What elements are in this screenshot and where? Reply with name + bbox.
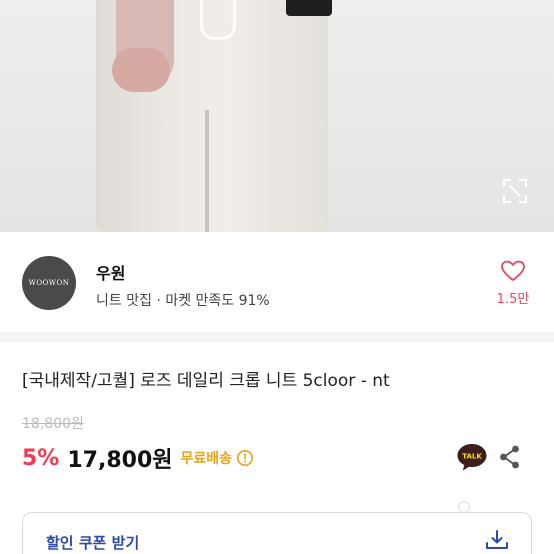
coupon-label[interactable]: 할인 쿠폰 받기 xyxy=(46,532,139,553)
kakao-talk-icon[interactable]: TALK xyxy=(456,442,488,472)
seller-avatar[interactable]: WOOWON xyxy=(22,256,76,310)
expand-icon[interactable] xyxy=(500,176,530,206)
photo-pants-seam xyxy=(205,110,209,232)
coupon-notch xyxy=(458,501,470,513)
heart-icon[interactable] xyxy=(500,258,526,284)
free-shipping-label: 무료배송 xyxy=(180,451,233,467)
photo-bag xyxy=(286,0,332,16)
photo-hand xyxy=(112,48,170,92)
seller-subtitle: 니트 맛집 · 마켓 만족도 91% xyxy=(96,293,270,309)
price-row: 5% 17,800원 무료배송 xyxy=(22,444,254,473)
seller-name[interactable]: 우원 xyxy=(96,260,125,284)
section-divider xyxy=(0,332,554,342)
seller-row[interactable]: WOOWON 우원 니트 맛집 · 마켓 만족도 91% 1.5만 xyxy=(0,232,554,332)
product-photo[interactable] xyxy=(0,0,554,232)
talk-label: TALK xyxy=(462,453,482,461)
like-count: 1.5만 xyxy=(496,292,530,307)
info-icon[interactable] xyxy=(236,449,254,467)
original-price: 18,800원 xyxy=(22,416,84,432)
sale-price: 17,800원 xyxy=(67,448,173,473)
product-title: [국내제작/고퀄] 로즈 데일리 크롭 니트 5cloor - nt xyxy=(22,371,390,391)
discount-rate: 5% xyxy=(22,445,60,471)
photo-drawstring xyxy=(200,0,236,40)
download-icon[interactable] xyxy=(484,528,510,552)
share-icon[interactable] xyxy=(498,444,522,470)
